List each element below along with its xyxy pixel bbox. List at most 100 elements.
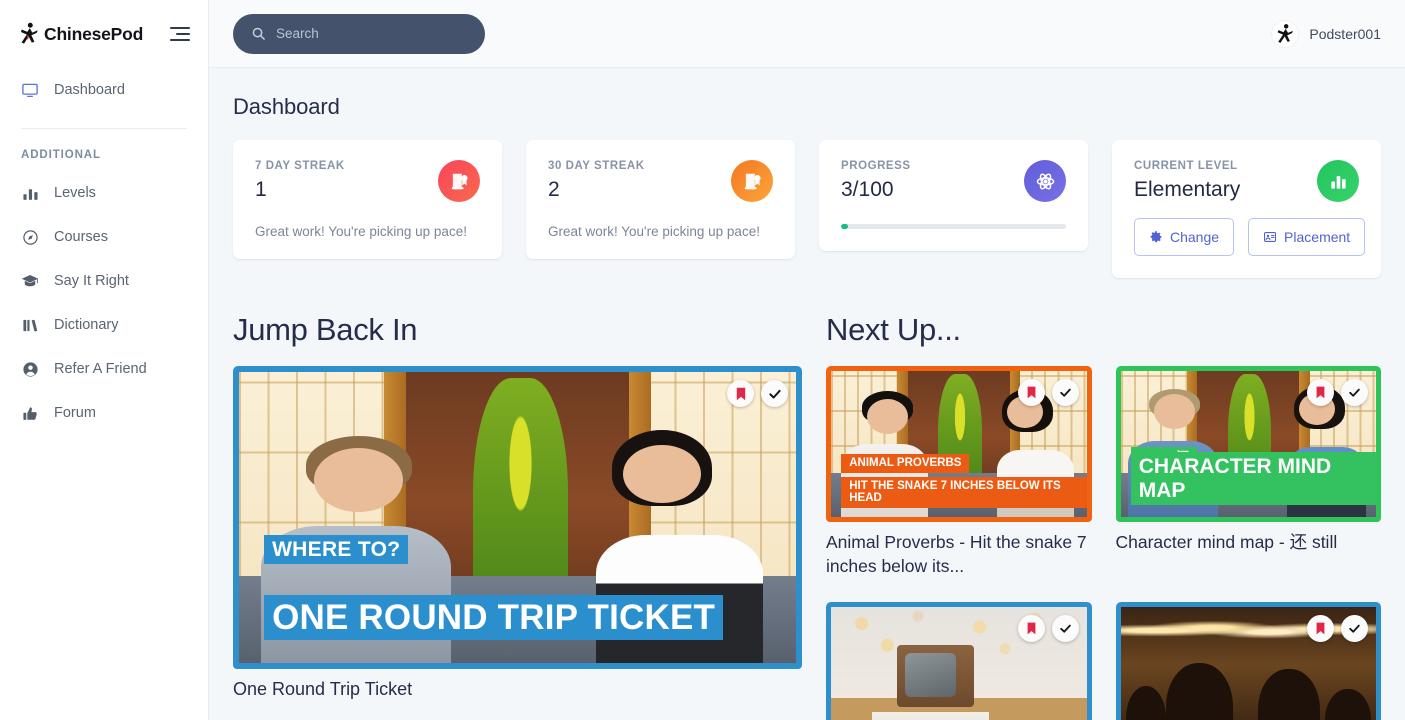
gear-icon bbox=[1149, 230, 1163, 244]
sidebar-item-courses[interactable]: Courses bbox=[0, 215, 208, 259]
avatar bbox=[1271, 19, 1300, 48]
sidebar-item-refer-a-friend[interactable]: Refer A Friend bbox=[0, 347, 208, 391]
stat-value: 3/100 bbox=[841, 178, 894, 201]
hamburger-line bbox=[170, 39, 190, 41]
stat-kicker: PROGRESS bbox=[841, 160, 911, 172]
thumbnail-overlay-small: WHERE TO? bbox=[264, 534, 409, 565]
main-area: Search Podster001 Dashboard 7 DAY STREAK… bbox=[209, 0, 1405, 720]
lesson-card-animal-proverbs[interactable]: ANIMAL PROVERBS HIT THE SNAKE 7 INCHES B… bbox=[826, 366, 1092, 578]
app-root: ChinesePod Dashboard ADDITIONAL Levels C… bbox=[0, 0, 1405, 720]
card-badges bbox=[1307, 615, 1368, 643]
progress-bar-fill bbox=[841, 224, 848, 229]
lesson-title: Animal Proverbs - Hit the snake 7 inches… bbox=[826, 532, 1087, 577]
lesson-title: One Round Trip Ticket bbox=[233, 679, 413, 699]
check-icon[interactable] bbox=[1051, 615, 1079, 643]
change-level-button[interactable]: Change bbox=[1134, 218, 1235, 256]
bar-chart-icon bbox=[20, 183, 40, 203]
stat-note: Great work! You're picking up pace! bbox=[548, 224, 760, 239]
lesson-card-tv-room[interactable] bbox=[826, 602, 1092, 720]
bookmark-icon[interactable] bbox=[1017, 379, 1045, 406]
sidebar-item-dashboard[interactable]: Dashboard bbox=[0, 68, 208, 112]
stat-header: PROGRESS 3/100 bbox=[841, 160, 1066, 202]
sidebar-item-label: Levels bbox=[54, 185, 96, 201]
card-badges bbox=[1307, 379, 1368, 406]
sidebar-item-levels[interactable]: Levels bbox=[0, 171, 208, 215]
check-icon[interactable] bbox=[1341, 379, 1368, 406]
bookmark-icon[interactable] bbox=[1307, 379, 1334, 406]
hamburger-menu-icon[interactable] bbox=[168, 27, 190, 41]
stat-card-30-day-streak: 30 DAY STREAK 2 Great work! You're picki… bbox=[526, 140, 795, 259]
lesson-thumbnail bbox=[826, 602, 1092, 720]
lesson-sections: Jump Back In WHERE TO? ONE ROUND TRIP TI… bbox=[233, 312, 1381, 720]
sidebar-item-dictionary[interactable]: Dictionary bbox=[0, 303, 208, 347]
jump-back-in-section: Jump Back In WHERE TO? ONE ROUND TRIP TI… bbox=[233, 312, 802, 720]
sidebar-item-label: Courses bbox=[54, 229, 108, 245]
graduation-cap-icon bbox=[20, 271, 40, 291]
bar-chart-icon bbox=[1317, 160, 1359, 202]
stat-value: 1 bbox=[255, 178, 267, 201]
overlay-big-text: HIT THE SNAKE 7 INCHES BELOW ITS HEAD bbox=[841, 476, 1087, 509]
card-badges bbox=[1017, 379, 1079, 406]
hamburger-line bbox=[170, 27, 190, 29]
level-actions: Change Placement bbox=[1134, 202, 1366, 278]
compass-icon bbox=[20, 227, 40, 247]
change-level-label: Change bbox=[1170, 229, 1220, 245]
dashboard-content: Dashboard 7 DAY STREAK 1 Great work! You… bbox=[209, 68, 1405, 720]
id-card-icon bbox=[1263, 230, 1277, 244]
hamburger-line bbox=[176, 33, 190, 35]
lesson-thumbnail bbox=[1115, 602, 1381, 720]
topbar: Search Podster001 bbox=[209, 0, 1405, 68]
stat-kicker: 7 DAY STREAK bbox=[255, 160, 345, 172]
stat-note: Great work! You're picking up pace! bbox=[255, 224, 467, 239]
thumbnail-overlay-big: ONE ROUND TRIP TICKET bbox=[264, 594, 724, 640]
lesson-card-character-mind-map[interactable]: STILL 还 CHARACTER MIND MAP bbox=[1115, 366, 1381, 578]
stat-text: CURRENT LEVEL Elementary bbox=[1134, 160, 1240, 202]
overlay-small-text: ANIMAL PROVERBS bbox=[841, 454, 970, 474]
stat-text: 30 DAY STREAK 2 bbox=[548, 160, 645, 202]
lesson-title: Character mind map - 还 still bbox=[1115, 532, 1338, 552]
lesson-card-restaurant[interactable] bbox=[1115, 602, 1381, 720]
check-icon[interactable] bbox=[1341, 615, 1368, 643]
stat-header: 7 DAY STREAK 1 bbox=[255, 160, 480, 202]
sidebar-item-label: Say It Right bbox=[54, 273, 129, 289]
thumbnail-overlay-big: HIT THE SNAKE 7 INCHES BELOW ITS HEAD bbox=[841, 476, 1087, 509]
books-icon bbox=[20, 315, 40, 335]
sidebar-item-say-it-right[interactable]: Say It Right bbox=[0, 259, 208, 303]
thumbnail-overlay-big: CHARACTER MIND MAP bbox=[1130, 452, 1376, 506]
stat-card-7-day-streak: 7 DAY STREAK 1 Great work! You're pickin… bbox=[233, 140, 502, 259]
stat-header: CURRENT LEVEL Elementary bbox=[1134, 160, 1359, 202]
bookmark-icon[interactable] bbox=[1017, 615, 1045, 643]
check-icon[interactable] bbox=[761, 380, 788, 407]
sidebar-header: ChinesePod bbox=[0, 0, 208, 50]
user-menu[interactable]: Podster001 bbox=[1271, 19, 1381, 48]
stat-card-current-level: CURRENT LEVEL Elementary Change Placemen… bbox=[1112, 140, 1381, 278]
chinesepod-logo-icon bbox=[20, 22, 38, 44]
section-title-jump-back-in: Jump Back In bbox=[233, 312, 418, 347]
search-icon bbox=[251, 26, 266, 41]
check-icon[interactable] bbox=[1051, 379, 1079, 406]
stat-text: 7 DAY STREAK 1 bbox=[255, 160, 345, 202]
user-circle-icon bbox=[20, 359, 40, 379]
sidebar-item-label: Refer A Friend bbox=[54, 361, 147, 377]
search-input[interactable]: Search bbox=[233, 13, 485, 54]
stat-text: PROGRESS 3/100 bbox=[841, 160, 911, 202]
bookmark-icon[interactable] bbox=[1307, 615, 1334, 643]
sidebar-item-forum[interactable]: Forum bbox=[0, 391, 208, 435]
stat-kicker: 30 DAY STREAK bbox=[548, 160, 645, 172]
sidebar: ChinesePod Dashboard ADDITIONAL Levels C… bbox=[0, 0, 209, 720]
page-title: Dashboard bbox=[233, 94, 340, 119]
lesson-thumbnail: ANIMAL PROVERBS HIT THE SNAKE 7 INCHES B… bbox=[826, 366, 1092, 522]
lesson-thumbnail: STILL 还 CHARACTER MIND MAP bbox=[1115, 366, 1381, 522]
overlay-small-text: WHERE TO? bbox=[264, 534, 409, 565]
book-award-icon bbox=[731, 160, 773, 202]
sidebar-section-title: ADDITIONAL bbox=[21, 149, 101, 161]
bookmark-icon[interactable] bbox=[727, 380, 754, 407]
monitor-icon bbox=[20, 80, 40, 100]
overlay-big-text: CHARACTER MIND MAP bbox=[1130, 452, 1376, 506]
lesson-thumbnail: WHERE TO? ONE ROUND TRIP TICKET bbox=[233, 366, 802, 669]
brand[interactable]: ChinesePod bbox=[18, 22, 143, 46]
lesson-card-one-round-trip-ticket[interactable]: WHERE TO? ONE ROUND TRIP TICKET One Roun… bbox=[233, 366, 802, 702]
placement-test-button[interactable]: Placement bbox=[1248, 218, 1366, 256]
progress-bar bbox=[841, 224, 1066, 229]
stats-row: 7 DAY STREAK 1 Great work! You're pickin… bbox=[233, 140, 1381, 278]
